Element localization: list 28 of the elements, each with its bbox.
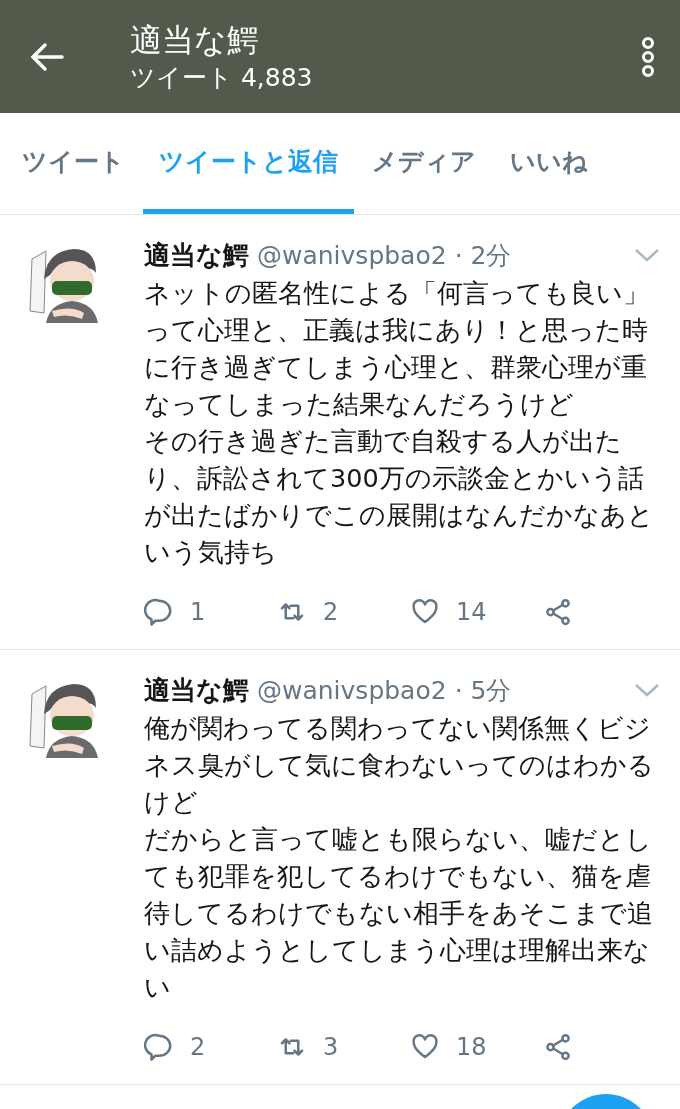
tweet-time: · 5分 [454, 674, 513, 707]
author-handle: @wanivspbao2 [257, 675, 447, 705]
like-button[interactable]: 18 [410, 1032, 543, 1062]
tweet-text: その行き過ぎた言動で自殺する人が出たり、訴訟されて300万の示談金とかいう話が出たばかりでこの展開はなんだかなあという気持ち [144, 425, 655, 569]
more-options-icon[interactable] [640, 35, 656, 78]
author-name: 適当な鰐 [144, 238, 249, 272]
tweet-text: だからと言って嘘とも限らない、嘘だとしても犯罪を犯してるわけでもない、猫を虐待してるわけでもない相手をあそこまで追い詰めようとしてしまう心理は理解出来ない [144, 823, 654, 1004]
profile-tab[interactable]: メディア [356, 113, 492, 214]
retweet-button[interactable]: 3 [277, 1032, 410, 1062]
retweet-button[interactable]: 2 [277, 597, 410, 627]
author-name: 適当な鰐 [144, 673, 249, 707]
reply-button[interactable]: 2 [144, 1032, 277, 1062]
profile-tab[interactable]: ツイートと返信 [143, 113, 354, 214]
tweet-text: 俺が関わってる関わってない関係無くビジネス臭がして気に食わないってのはわかるけど [144, 712, 655, 819]
share-icon [543, 597, 573, 627]
author-handle: @wanivspbao2 [257, 240, 447, 270]
reply-icon [144, 1032, 174, 1062]
reply-icon [144, 597, 174, 627]
tweet-count: ツイート 4,883 [130, 61, 314, 94]
share-icon [543, 1032, 573, 1062]
profile-tab[interactable]: いいね [494, 113, 604, 214]
like-button[interactable]: 14 [410, 597, 543, 627]
back-icon[interactable] [30, 41, 64, 72]
profile-tab[interactable]: ツイート [6, 113, 141, 214]
tweet-time: · 2分 [454, 239, 513, 272]
tweet-text: ネットの匿名性による「何言っても良い」って心理と、正義は我にあり！と思った時に行き過ぎてしまう心理と、群衆心理が重なってしまった結果なんだろうけど [144, 277, 650, 421]
profile-name: 適当な鰐 [130, 19, 260, 60]
reply-button[interactable]: 1 [144, 597, 277, 627]
